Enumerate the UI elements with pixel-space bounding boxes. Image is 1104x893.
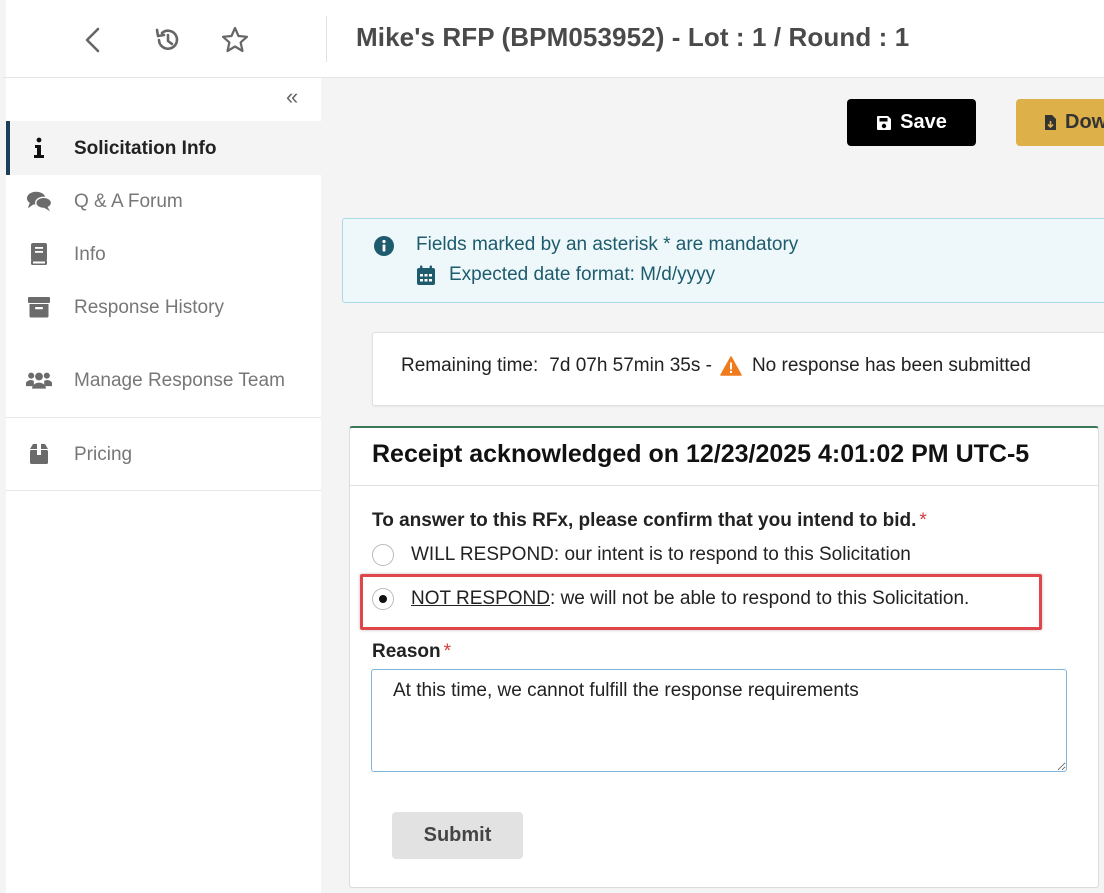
users-icon bbox=[26, 367, 52, 393]
book-icon bbox=[26, 241, 52, 267]
warning-icon bbox=[720, 356, 742, 376]
info-alert: Fields marked by an asterisk * are manda… bbox=[342, 218, 1104, 303]
remaining-time-row: Remaining time: 7d 07h 57min 35s - No re… bbox=[401, 355, 1031, 377]
sidebar-item-solicitation-info[interactable]: Solicitation Info bbox=[6, 121, 321, 175]
not-respond-radio[interactable] bbox=[372, 588, 394, 610]
sidebar-divider bbox=[6, 490, 321, 491]
comments-icon bbox=[26, 188, 52, 214]
page-title: Mike's RFP (BPM053952) - Lot : 1 / Round… bbox=[356, 22, 910, 52]
favorite-button[interactable] bbox=[218, 22, 252, 58]
required-asterisk: * bbox=[443, 641, 452, 662]
not-respond-label: NOT RESPOND: we will not be able to resp… bbox=[411, 588, 969, 610]
sidebar-item-label: Info bbox=[74, 243, 106, 265]
reason-label-text: Reason bbox=[372, 641, 441, 662]
sidebar-item-label: Pricing bbox=[74, 443, 133, 465]
sidebar-item-info[interactable]: Info bbox=[6, 228, 321, 280]
history-button[interactable] bbox=[151, 22, 185, 58]
receipt-acknowledged-title: Receipt acknowledged on 12/23/2025 4:01:… bbox=[372, 440, 1030, 468]
reason-textarea[interactable]: At this time, we cannot fulfill the resp… bbox=[371, 669, 1067, 772]
required-asterisk: * bbox=[919, 510, 927, 531]
sidebar-item-manage-response-team[interactable]: Manage Response Team bbox=[6, 343, 321, 417]
sidebar-item-label: Manage Response Team bbox=[74, 369, 285, 391]
double-chevron-left-icon: « bbox=[286, 84, 299, 109]
calendar-icon bbox=[417, 265, 435, 285]
will-respond-option[interactable]: WILL RESPOND: our intent is to respond t… bbox=[372, 544, 911, 566]
will-respond-label: WILL RESPOND: our intent is to respond t… bbox=[411, 544, 911, 566]
collapse-sidebar-button[interactable]: « bbox=[286, 86, 298, 108]
header-divider bbox=[326, 16, 327, 62]
mandatory-fields-note: Fields marked by an asterisk * are manda… bbox=[416, 234, 799, 255]
card-header: Receipt acknowledged on 12/23/2025 4:01:… bbox=[350, 428, 1098, 486]
remaining-time-value: 7d 07h 57min 35s - bbox=[549, 355, 712, 376]
reason-label: Reason * bbox=[372, 641, 451, 663]
sidebar-item-label: Response History bbox=[74, 296, 224, 318]
remaining-time-panel: Remaining time: 7d 07h 57min 35s - No re… bbox=[372, 332, 1104, 406]
will-respond-description: : our intent is to respond to this Solic… bbox=[553, 544, 911, 565]
box-icon bbox=[26, 441, 52, 467]
top-bar: Mike's RFP (BPM053952) - Lot : 1 / Round… bbox=[0, 0, 1104, 78]
intent-question-text: To answer to this RFx, please confirm th… bbox=[372, 510, 917, 531]
star-outline-icon bbox=[221, 26, 249, 53]
save-button-label: Save bbox=[900, 111, 947, 133]
archive-icon bbox=[26, 294, 52, 320]
history-icon bbox=[155, 28, 179, 50]
intent-question: To answer to this RFx, please confirm th… bbox=[372, 510, 927, 532]
will-respond-keyword: WILL RESPOND bbox=[411, 544, 554, 565]
file-download-icon bbox=[1045, 115, 1056, 130]
intent-to-bid-card: Receipt acknowledged on 12/23/2025 4:01:… bbox=[349, 426, 1099, 888]
chevron-left-icon bbox=[85, 27, 100, 53]
sidebar-item-label: Q & A Forum bbox=[74, 190, 183, 212]
will-respond-radio[interactable] bbox=[372, 544, 394, 566]
response-status: No response has been submitted bbox=[751, 355, 1031, 376]
back-button[interactable] bbox=[76, 22, 110, 58]
download-button-label: Dow bbox=[1065, 111, 1104, 133]
floppy-disk-icon bbox=[877, 115, 892, 130]
download-button[interactable]: Dow bbox=[1016, 99, 1104, 146]
sidebar-item-response-history[interactable]: Response History bbox=[6, 281, 321, 333]
save-button[interactable]: Save bbox=[847, 99, 976, 146]
sidebar-item-qa-forum[interactable]: Q & A Forum bbox=[6, 175, 321, 227]
not-respond-keyword: NOT RESPOND bbox=[411, 588, 551, 609]
date-format-note: Expected date format: M/d/yyyy bbox=[449, 264, 716, 285]
submit-button[interactable]: Submit bbox=[392, 812, 523, 859]
sidebar-divider bbox=[6, 417, 321, 418]
info-icon bbox=[26, 135, 52, 161]
submit-button-label: Submit bbox=[423, 824, 492, 846]
not-respond-option[interactable]: NOT RESPOND: we will not be able to resp… bbox=[372, 588, 969, 610]
remaining-time-label: Remaining time: bbox=[401, 355, 539, 376]
info-circle-icon bbox=[374, 236, 394, 256]
sidebar: « Solicitation Info Q & A Forum Info Res… bbox=[6, 78, 321, 893]
not-respond-description: : we will not be able to respond to this… bbox=[550, 588, 970, 609]
sidebar-item-label: Solicitation Info bbox=[74, 137, 217, 159]
sidebar-item-pricing[interactable]: Pricing bbox=[6, 428, 321, 480]
